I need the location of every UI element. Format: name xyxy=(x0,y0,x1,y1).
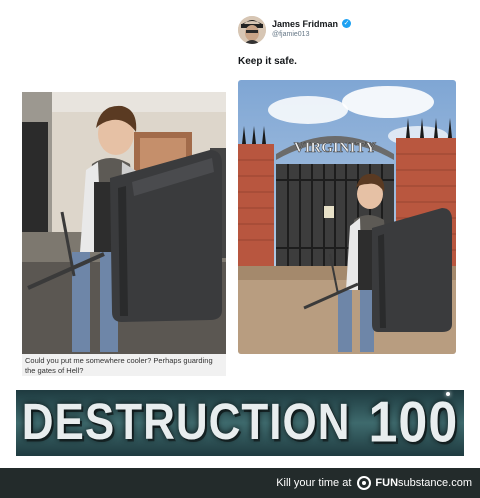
tweet-text: Keep it safe. xyxy=(238,56,297,67)
avatar-image xyxy=(238,16,266,44)
avatar[interactable] xyxy=(238,16,266,44)
banner-skill-level: 100 xyxy=(368,391,459,455)
edited-photo: VIRGINITY xyxy=(238,80,456,354)
verified-badge-icon: ✓ xyxy=(342,19,351,28)
footer-brand-prefix[interactable]: FUN xyxy=(375,477,398,489)
footer-brand-suffix[interactable]: substance.com xyxy=(398,477,472,489)
tweet-author-name[interactable]: James Fridman xyxy=(272,19,338,29)
original-post: Could you put me somewhere cooler? Perha… xyxy=(22,92,226,376)
footer-tagline: Kill your time at xyxy=(276,477,352,489)
gate-scene-photo: VIRGINITY xyxy=(238,80,456,354)
site-footer: Kill your time at FUN substance.com xyxy=(0,468,480,498)
tweet-author-handle[interactable]: @fjamie013 xyxy=(272,31,309,38)
banner-text: DESTRUCTION 100 xyxy=(16,390,464,456)
original-photo xyxy=(22,92,226,354)
destruction-banner: DESTRUCTION 100 xyxy=(16,390,464,456)
funsubstance-logo-icon xyxy=(357,476,372,490)
boy-with-shield-photo xyxy=(22,92,226,354)
gate-sign: VIRGINITY xyxy=(294,140,377,156)
request-caption: Could you put me somewhere cooler? Perha… xyxy=(25,356,213,375)
banner-skill-word: DESTRUCTION xyxy=(21,394,351,451)
